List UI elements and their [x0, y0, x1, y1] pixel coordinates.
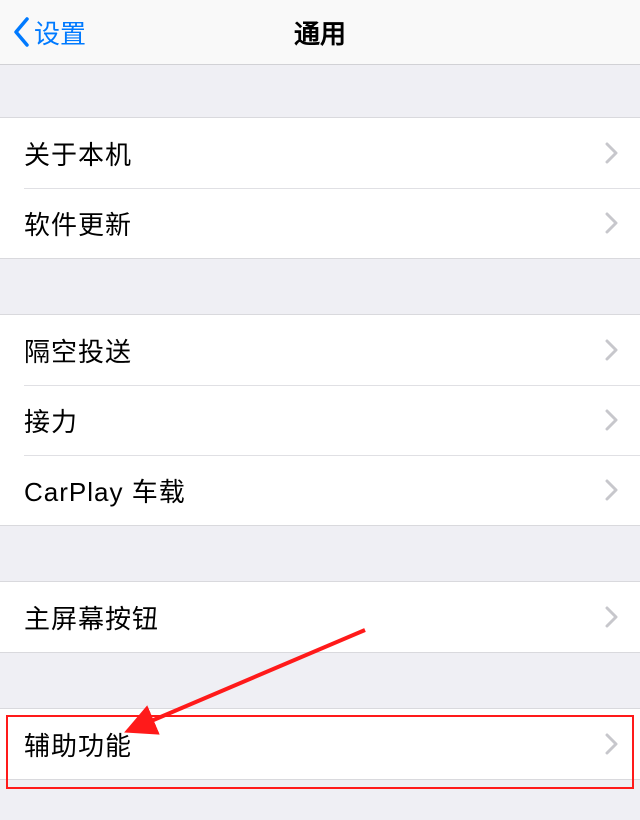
group-accessibility: 辅助功能	[0, 708, 640, 780]
row-label: 接力	[24, 402, 78, 439]
row-label: 隔空投送	[24, 332, 132, 369]
chevron-right-icon	[605, 409, 618, 431]
row-carplay[interactable]: CarPlay 车载	[0, 455, 640, 525]
row-label: 关于本机	[24, 135, 132, 172]
group-about: 关于本机 软件更新	[0, 117, 640, 259]
row-label: CarPlay 车载	[24, 472, 186, 509]
section-spacer	[0, 259, 640, 314]
row-label: 主屏幕按钮	[24, 599, 159, 636]
chevron-right-icon	[605, 479, 618, 501]
navigation-header: 设置 通用	[0, 0, 640, 65]
row-handoff[interactable]: 接力	[0, 385, 640, 455]
back-button[interactable]: 设置	[0, 14, 86, 51]
row-label: 软件更新	[24, 205, 132, 242]
row-home-button[interactable]: 主屏幕按钮	[0, 582, 640, 652]
row-accessibility[interactable]: 辅助功能	[0, 709, 640, 779]
group-home-button: 主屏幕按钮	[0, 581, 640, 653]
row-label: 辅助功能	[24, 726, 132, 763]
row-software-update[interactable]: 软件更新	[0, 188, 640, 258]
section-spacer	[0, 526, 640, 581]
page-title: 通用	[294, 14, 346, 51]
section-spacer	[0, 653, 640, 708]
chevron-right-icon	[605, 142, 618, 164]
row-airdrop[interactable]: 隔空投送	[0, 315, 640, 385]
row-about[interactable]: 关于本机	[0, 118, 640, 188]
chevron-left-icon	[12, 17, 30, 47]
section-spacer	[0, 65, 640, 117]
chevron-right-icon	[605, 606, 618, 628]
chevron-right-icon	[605, 212, 618, 234]
group-sharing: 隔空投送 接力 CarPlay 车载	[0, 314, 640, 526]
back-label: 设置	[34, 14, 86, 51]
chevron-right-icon	[605, 733, 618, 755]
chevron-right-icon	[605, 339, 618, 361]
